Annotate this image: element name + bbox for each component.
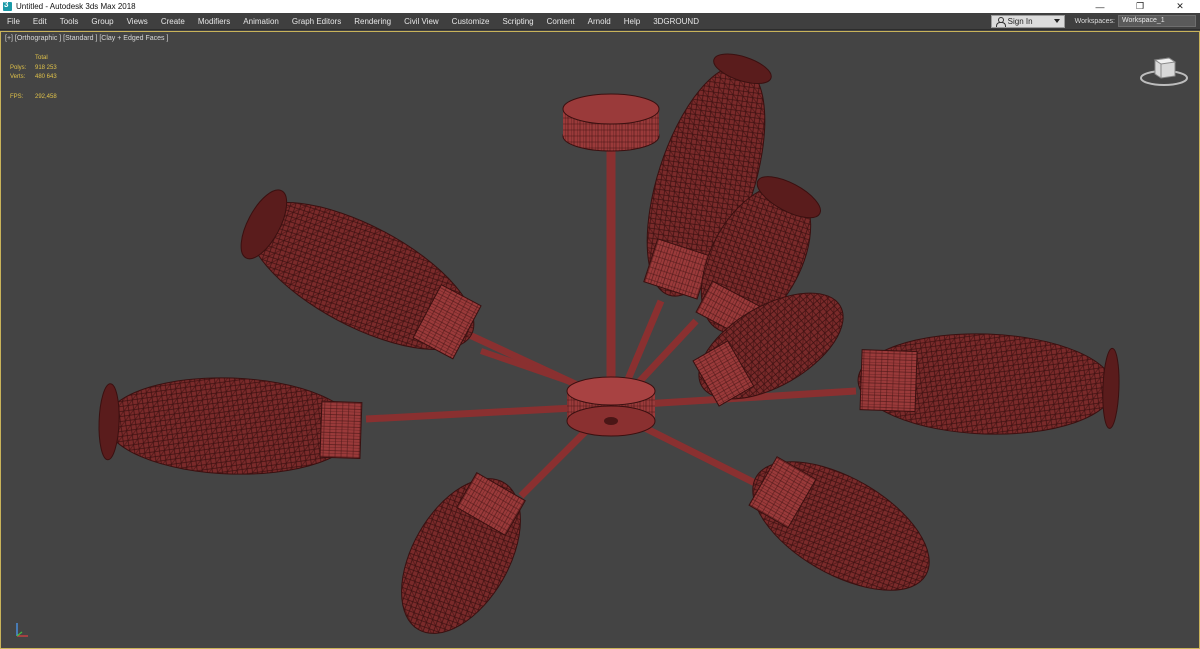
menu-create[interactable]: Create: [154, 13, 191, 30]
workspace-select[interactable]: Workspace_1: [1118, 15, 1196, 27]
user-icon: [995, 16, 1006, 27]
verts-value: 480 643: [35, 74, 57, 80]
viewcube-icon[interactable]: [1139, 54, 1189, 88]
menu-animation[interactable]: Animation: [236, 13, 285, 30]
menu-rendering[interactable]: Rendering: [347, 13, 397, 30]
viewport-orthographic[interactable]: [+] [Orthographic ] [Standard ] [Clay + …: [0, 31, 1200, 649]
fps-label: FPS:: [10, 93, 24, 100]
menu-help[interactable]: Help: [617, 13, 646, 30]
stats-header: Total: [35, 55, 48, 61]
polys-label: Polys:: [10, 64, 27, 71]
menu-list: File Edit Tools Group Views Create Modifiers An…: [0, 13, 991, 30]
menu-content[interactable]: Content: [540, 13, 581, 30]
menu-arnold[interactable]: Arnold: [581, 13, 617, 30]
menu-customize[interactable]: Customize: [445, 13, 496, 30]
sign-in-dropdown[interactable]: Sign In: [990, 14, 1065, 28]
menu-edit[interactable]: Edit: [26, 13, 53, 30]
window-controls: — ❐ ✕: [1080, 0, 1200, 13]
menu-views[interactable]: Views: [120, 13, 154, 30]
sign-in-label: Sign In: [1007, 16, 1033, 26]
menu-tools[interactable]: Tools: [53, 13, 85, 30]
close-icon[interactable]: ✕: [1160, 0, 1200, 13]
fps-value: 292,458: [35, 93, 57, 100]
scene-render[interactable]: [1, 32, 1200, 649]
window-titlebar: Untitled - Autodesk 3ds Max 2018 — ❐ ✕: [0, 0, 1200, 13]
menu-file[interactable]: File: [0, 13, 26, 30]
chevron-down-icon: [1053, 19, 1060, 23]
ceiling-canopy: [562, 93, 660, 152]
verts-label: Verts:: [10, 74, 26, 80]
center-hub: [566, 376, 656, 437]
window-title: Untitled - Autodesk 3ds Max 2018: [16, 2, 136, 11]
menu-bar: File Edit Tools Group Views Create Modifiers An…: [0, 13, 1200, 30]
workspaces-label: Workspaces:: [1074, 17, 1115, 25]
menu-graph-editors[interactable]: Graph Editors: [285, 13, 347, 30]
axis-tripod-icon: [16, 623, 28, 637]
app-icon[interactable]: [3, 0, 12, 11]
menu-modifiers[interactable]: Modifiers: [191, 13, 236, 30]
shade-upper-left: [240, 189, 482, 360]
viewport-label-menu[interactable]: [+] [Orthographic ] [Standard ] [Clay + …: [5, 35, 168, 42]
shade-left: [98, 377, 363, 475]
menu-scripting[interactable]: Scripting: [495, 13, 539, 30]
shade-right: [857, 333, 1120, 435]
menu-civil-view[interactable]: Civil View: [397, 13, 445, 30]
minimize-icon[interactable]: —: [1080, 0, 1120, 13]
menu-group[interactable]: Group: [84, 13, 119, 30]
statistics-overlay: Total Polys: 918 253 Verts: 480 643 FPS:…: [10, 54, 57, 102]
shade-bottom-right: [748, 456, 930, 591]
shade-bottom-left: [401, 472, 526, 634]
restore-icon[interactable]: ❐: [1120, 0, 1160, 13]
menu-3dground[interactable]: 3DGROUND: [646, 13, 705, 30]
polys-value: 918 253: [35, 64, 57, 71]
